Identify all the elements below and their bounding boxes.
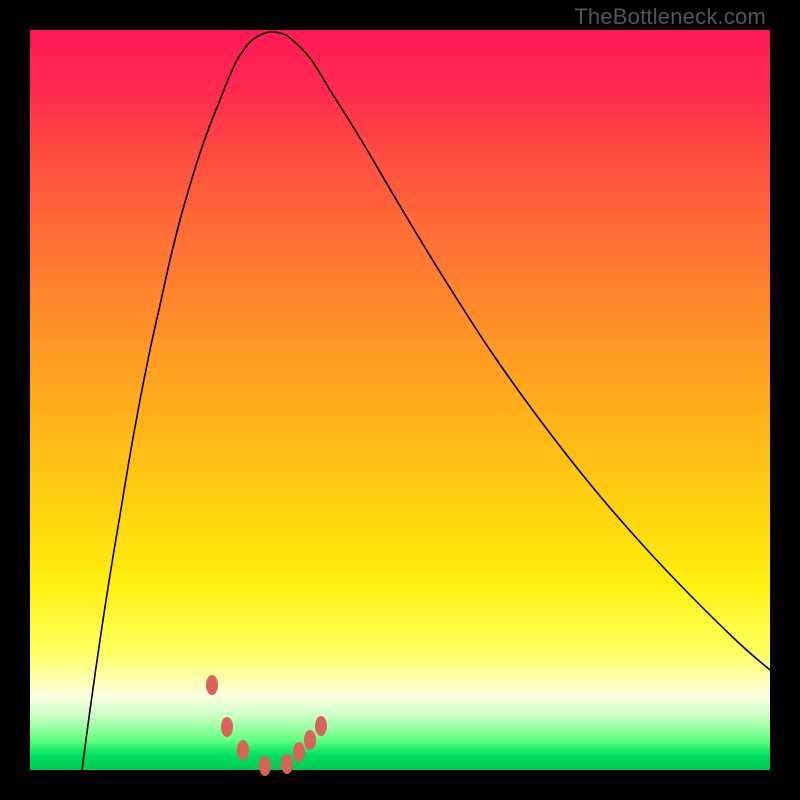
curve-marker — [304, 730, 316, 750]
bottleneck-curve — [82, 32, 770, 770]
curve-marker — [281, 754, 293, 774]
plot-area — [30, 30, 770, 770]
curve-marker — [206, 675, 218, 695]
chart-frame: TheBottleneck.com — [0, 0, 800, 800]
curve-marker — [221, 717, 233, 737]
curve-marker — [259, 756, 271, 776]
curve-marker — [293, 742, 305, 762]
curve-markers — [206, 675, 327, 776]
curve-marker — [237, 740, 249, 760]
curve-layer — [30, 30, 770, 770]
curve-marker — [315, 716, 327, 736]
watermark-text: TheBottleneck.com — [574, 4, 766, 30]
